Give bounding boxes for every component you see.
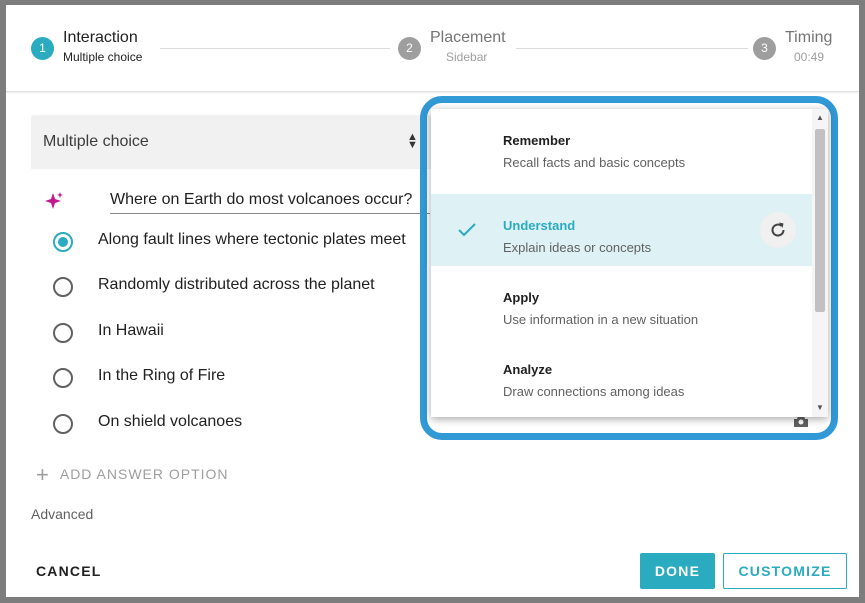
dropdown-option-analyze[interactable]: Analyze Draw connections among ideas <box>431 338 812 410</box>
step-3-title[interactable]: Timing <box>785 29 832 47</box>
advanced-link[interactable]: Advanced <box>31 506 93 522</box>
check-icon <box>458 223 476 237</box>
step-3-number[interactable]: 3 <box>753 37 776 60</box>
answer-label[interactable]: Along fault lines where tectonic plates … <box>98 231 406 249</box>
sparkle-icon[interactable] <box>44 191 64 211</box>
option-title: Apply <box>503 290 540 305</box>
dropdown-option-apply[interactable]: Apply Use information in a new situation <box>431 266 812 338</box>
answer-label[interactable]: In Hawaii <box>98 322 164 340</box>
add-answer-option-button[interactable]: + ADD ANSWER OPTION <box>36 459 229 487</box>
option-title: Analyze <box>503 362 553 377</box>
option-description: Recall facts and basic concepts <box>503 155 686 170</box>
scroll-up-arrow-icon[interactable]: ▲ <box>816 113 824 122</box>
step-3-subtitle: 00:49 <box>794 50 825 64</box>
dropdown-option-understand[interactable]: Understand Explain ideas or concepts <box>431 194 812 266</box>
step-2-number[interactable]: 2 <box>398 37 421 60</box>
step-1-number[interactable]: 1 <box>31 37 54 60</box>
answer-radio[interactable] <box>53 414 73 434</box>
scrollbar-thumb[interactable] <box>815 129 825 312</box>
plus-icon: + <box>36 462 50 487</box>
answer-radio[interactable] <box>53 323 73 343</box>
refresh-icon <box>771 222 785 237</box>
customize-button[interactable]: CUSTOMIZE <box>723 553 847 589</box>
cancel-button[interactable]: CANCEL <box>36 563 102 579</box>
answer-radio[interactable] <box>53 232 73 252</box>
dropdown-scrollbar[interactable]: ▲ ▼ <box>812 109 828 417</box>
done-button[interactable]: DONE <box>640 553 715 589</box>
add-answer-label: ADD ANSWER OPTION <box>59 466 229 482</box>
answer-radio[interactable] <box>53 277 73 297</box>
question-input[interactable]: Where on Earth do most volcanoes occur? <box>110 188 430 214</box>
answer-label[interactable]: On shield volcanoes <box>98 413 242 431</box>
answer-label[interactable]: Randomly distributed across the planet <box>98 276 375 294</box>
step-connector <box>516 48 748 49</box>
step-2-title[interactable]: Placement <box>430 29 506 47</box>
scroll-down-arrow-icon[interactable]: ▼ <box>816 403 824 412</box>
answer-label[interactable]: In the Ring of Fire <box>98 367 225 385</box>
stepper: 1 Interaction Multiple choice 2 Placemen… <box>6 5 859 92</box>
step-1-subtitle: Multiple choice <box>63 50 143 64</box>
option-title: Remember <box>503 133 571 148</box>
sort-arrows-icon: ▲ ▼ <box>407 131 418 151</box>
dropdown-option-remember[interactable]: Remember Recall facts and basic concepts <box>431 109 812 181</box>
option-title: Understand <box>503 218 576 233</box>
option-description: Explain ideas or concepts <box>503 240 652 255</box>
interaction-type-value: Multiple choice <box>43 133 149 150</box>
step-connector <box>160 48 390 49</box>
refresh-button[interactable] <box>760 212 796 248</box>
step-1-title[interactable]: Interaction <box>63 29 138 47</box>
answer-radio[interactable] <box>53 368 73 388</box>
interaction-type-select[interactable]: Multiple choice ▲ ▼ <box>31 115 431 169</box>
step-2-subtitle: Sidebar <box>446 50 488 64</box>
learning-level-dropdown: Remember Recall facts and basic concepts… <box>431 109 828 417</box>
option-description: Draw connections among ideas <box>503 384 685 399</box>
option-description: Use information in a new situation <box>503 312 699 327</box>
